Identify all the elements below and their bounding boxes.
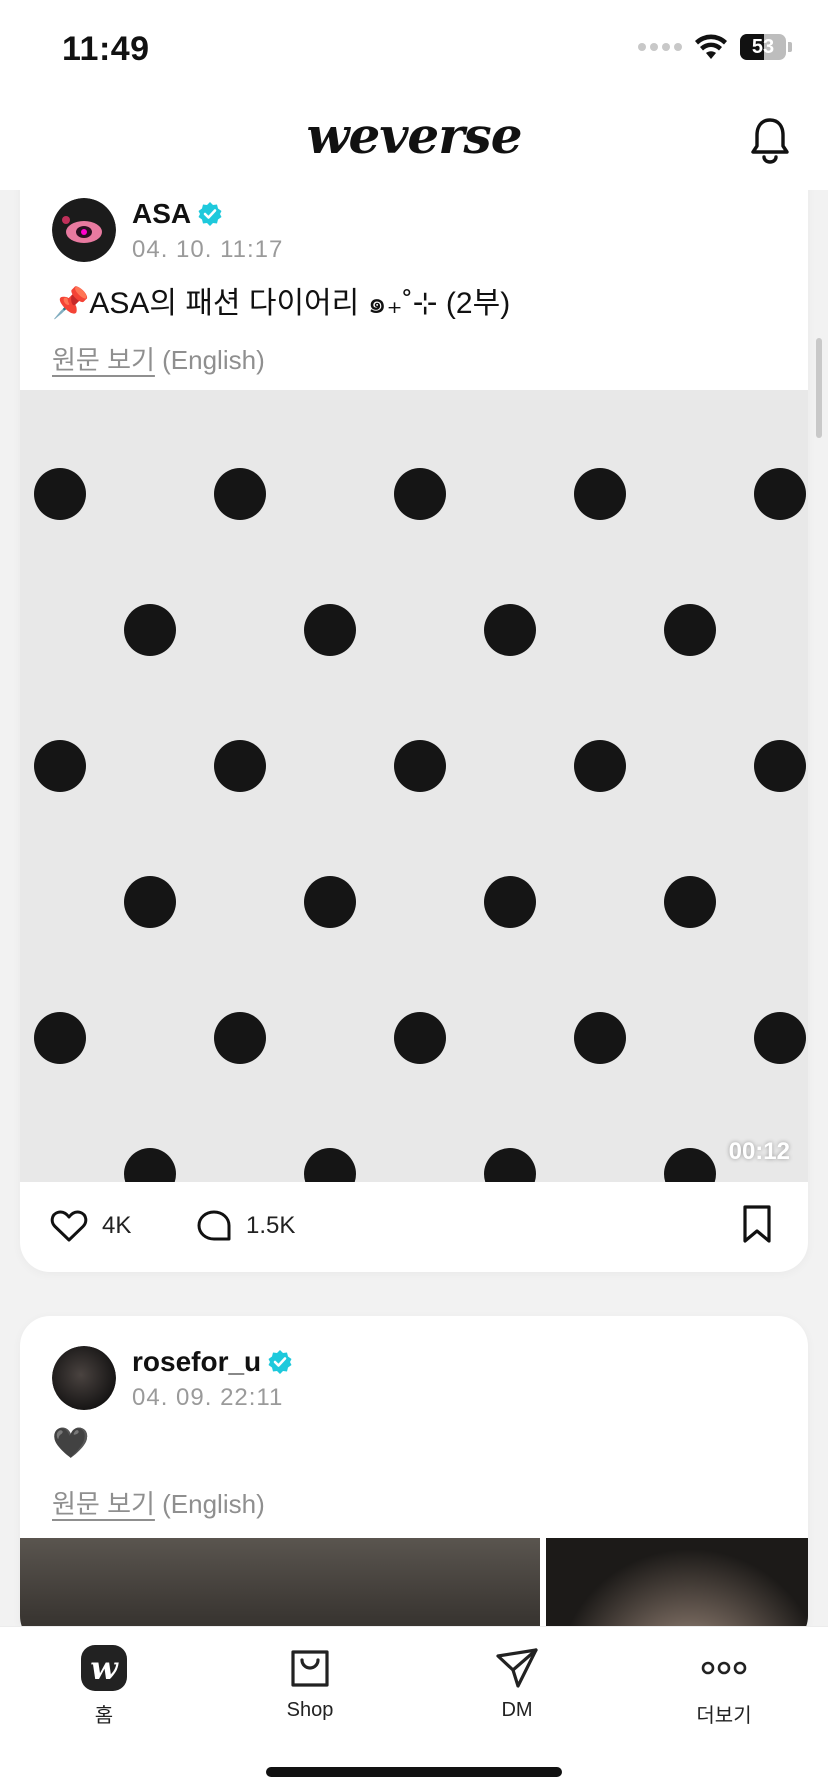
post-card[interactable]: rosefor_u 04. 09. 22:11 🖤 원문 보기 (English…	[20, 1316, 808, 1626]
post-date: 04. 09. 22:11	[132, 1384, 284, 1411]
view-original-link[interactable]: 원문 보기	[52, 345, 155, 375]
post-text: 🖤	[52, 1427, 90, 1460]
polka-dot	[304, 604, 356, 656]
like-count: 4K	[102, 1212, 132, 1239]
tab-label: 더보기	[696, 1705, 752, 1727]
polka-dot-pattern	[20, 390, 808, 1182]
status-icons: 53	[638, 34, 792, 60]
polka-dot	[484, 604, 536, 656]
polka-dot	[124, 876, 176, 928]
avatar[interactable]	[52, 1346, 116, 1410]
more-dots-icon	[701, 1661, 747, 1675]
video-duration: 00:12	[728, 1138, 790, 1165]
photo-thumbnail[interactable]	[546, 1538, 808, 1626]
polka-dot	[304, 876, 356, 928]
author-name[interactable]: ASA	[132, 198, 223, 230]
send-icon	[496, 1648, 538, 1688]
video-player[interactable]: 00:12	[20, 390, 808, 1182]
status-time: 11:49	[62, 30, 150, 68]
post-card[interactable]: ASA 04. 10. 11:17 📌ASA의 패션 다이어리 ๑₊˚⊹ (2부…	[20, 190, 808, 1272]
author-label: ASA	[132, 198, 192, 229]
polka-dot	[664, 604, 716, 656]
verified-badge-icon	[268, 1350, 292, 1374]
polka-dot	[754, 1012, 806, 1064]
scrollbar-thumb[interactable]	[816, 338, 822, 438]
post-actions: 4K 1.5K	[20, 1182, 808, 1270]
polka-dot	[754, 740, 806, 792]
polka-dot	[484, 876, 536, 928]
translate-language: (English)	[162, 345, 265, 375]
polka-dot	[394, 740, 446, 792]
battery-icon: 53	[740, 34, 786, 60]
polka-dot	[574, 1012, 626, 1064]
avatar[interactable]	[52, 198, 116, 262]
battery-tip	[788, 42, 792, 52]
translate-language: (English)	[162, 1489, 265, 1519]
polka-dot	[574, 740, 626, 792]
polka-dot	[34, 1012, 86, 1064]
cellular-signal-icon	[638, 43, 682, 51]
heart-icon	[50, 1210, 88, 1242]
photo-thumbnail[interactable]	[20, 1538, 540, 1626]
author-name[interactable]: rosefor_u	[132, 1346, 293, 1378]
shopping-bag-icon	[291, 1650, 329, 1687]
tab-home[interactable]: w 홈	[34, 1645, 174, 1728]
tab-more[interactable]: 더보기	[654, 1645, 794, 1728]
post-header: rosefor_u 04. 09. 22:11	[52, 1346, 772, 1416]
comment-button[interactable]: 1.5K	[196, 1182, 295, 1270]
comment-bubble-icon	[197, 1210, 231, 1241]
app-header: weverse	[0, 96, 828, 190]
home-w-icon: w	[81, 1645, 127, 1691]
view-original-link[interactable]: 원문 보기	[52, 1489, 155, 1519]
feed[interactable]: ASA 04. 10. 11:17 📌ASA의 패션 다이어리 ๑₊˚⊹ (2부…	[0, 190, 828, 1626]
home-indicator[interactable]	[266, 1767, 562, 1777]
translate-toggle[interactable]: 원문 보기 (English)	[52, 340, 265, 377]
comment-count: 1.5K	[246, 1212, 296, 1239]
tab-label: Shop	[286, 1699, 334, 1721]
polka-dot	[394, 468, 446, 520]
status-bar: 11:49 53	[0, 0, 828, 96]
wifi-icon	[695, 34, 727, 59]
polka-dot	[34, 740, 86, 792]
polka-dot	[754, 468, 806, 520]
verified-badge-icon	[198, 202, 222, 226]
like-button[interactable]: 4K	[50, 1182, 131, 1270]
polka-dot	[214, 1012, 266, 1064]
author-label: rosefor_u	[132, 1346, 262, 1377]
tab-label: 홈	[94, 1705, 114, 1727]
polka-dot	[214, 740, 266, 792]
polka-dot	[34, 468, 86, 520]
polka-dot	[574, 468, 626, 520]
polka-dot	[394, 1012, 446, 1064]
tab-dm[interactable]: DM	[447, 1645, 587, 1722]
polka-dot	[214, 468, 266, 520]
bell-icon[interactable]	[748, 116, 792, 164]
translate-toggle[interactable]: 원문 보기 (English)	[52, 1484, 265, 1521]
bookmark-icon[interactable]	[740, 1204, 774, 1244]
polka-dot	[664, 876, 716, 928]
post-header: ASA 04. 10. 11:17	[52, 198, 772, 268]
tab-shop[interactable]: Shop	[240, 1645, 380, 1722]
post-text: 📌ASA의 패션 다이어리 ๑₊˚⊹ (2부)	[52, 287, 511, 320]
photo-gallery[interactable]	[20, 1538, 808, 1626]
tab-label: DM	[501, 1699, 533, 1721]
post-date: 04. 10. 11:17	[132, 236, 284, 263]
battery-level: 53	[751, 35, 775, 58]
polka-dot	[124, 604, 176, 656]
weverse-logo: weverse	[306, 106, 522, 165]
